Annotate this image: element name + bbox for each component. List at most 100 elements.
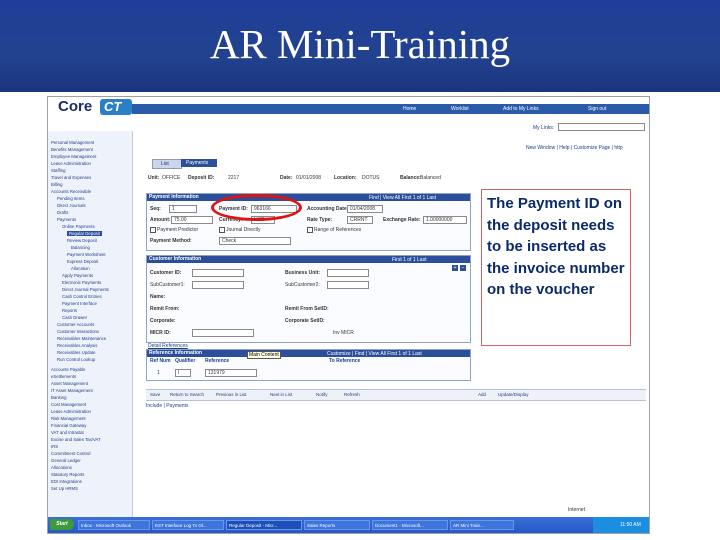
- tab-payments[interactable]: Payments: [181, 159, 217, 167]
- menu-item-active[interactable]: Regular Deposit: [67, 231, 102, 236]
- payment-predictor-checkbox[interactable]: [150, 227, 156, 233]
- start-button[interactable]: Start: [50, 519, 74, 530]
- deposit-id-label: Deposit ID:: [188, 175, 215, 181]
- status-internet: Internet: [568, 507, 585, 513]
- menu-item[interactable]: IT Asset Management: [51, 388, 93, 393]
- taskbar-item[interactable]: AR Mini Train...: [450, 520, 514, 530]
- menu-item[interactable]: Receivables Update: [57, 350, 95, 355]
- menu-item[interactable]: Cash Drawer: [62, 315, 87, 320]
- menu-item[interactable]: Employee Management: [51, 154, 96, 159]
- nav-sign-out[interactable]: Sign out: [588, 106, 606, 112]
- menu-item[interactable]: EDI Integrations: [51, 479, 82, 484]
- menu-item[interactable]: Risk Management: [51, 416, 86, 421]
- micr-id-field[interactable]: [192, 329, 254, 337]
- menu-item[interactable]: Direct Journal Payments: [62, 287, 109, 292]
- menu-item[interactable]: Receivables Maintenance: [57, 336, 106, 341]
- menu-item[interactable]: Customer Accounts: [57, 322, 94, 327]
- menu-item[interactable]: Payment Interface: [62, 301, 97, 306]
- menu-item[interactable]: Travel and Expenses: [51, 175, 91, 180]
- update-display-button[interactable]: Update/Display: [498, 391, 529, 398]
- menu-item[interactable]: Reports: [62, 308, 77, 313]
- save-button[interactable]: Save: [150, 391, 160, 398]
- return-to-search-button[interactable]: Return to Search: [170, 391, 204, 398]
- menu-item[interactable]: IRS: [51, 444, 58, 449]
- payment-method-select[interactable]: Check: [219, 237, 291, 245]
- next-in-list-button[interactable]: Next in List: [270, 391, 292, 398]
- add-button[interactable]: Add: [478, 391, 486, 398]
- seq-field[interactable]: 1: [169, 205, 197, 213]
- reference-info-nav[interactable]: Customize | Find | View All First 1 of 1…: [327, 351, 422, 357]
- menu-item[interactable]: Payment Worksheet: [67, 252, 106, 257]
- customer-info-nav[interactable]: First 1 of 1 Last: [392, 257, 426, 263]
- subcustomer1-field[interactable]: [192, 281, 244, 289]
- menu-item[interactable]: Review Deposit: [67, 238, 97, 243]
- menu-item[interactable]: Electronic Payments: [62, 280, 101, 285]
- range-of-references-checkbox[interactable]: [307, 227, 313, 233]
- notify-button[interactable]: Notify: [316, 391, 328, 398]
- taskbar-item[interactable]: Document1 - Microsoft...: [372, 520, 448, 530]
- menu-item[interactable]: Customer Interactions: [57, 329, 99, 334]
- micr-id-label: MICR ID:: [150, 330, 171, 336]
- menu-item[interactable]: Cash Control Entries: [62, 294, 102, 299]
- nav-home[interactable]: Home: [403, 106, 416, 112]
- include-payments-link[interactable]: Include | Payments: [146, 403, 188, 409]
- page-top-links[interactable]: New Window | Help | Customize Page | htt…: [526, 145, 623, 151]
- nav-worklist[interactable]: Worklist: [451, 106, 469, 112]
- taskbar-item-active[interactable]: Regular Deposit - Micr...: [226, 520, 302, 530]
- ref-row-qualifier[interactable]: I: [175, 369, 191, 377]
- menu-item[interactable]: Excise and Sales Tax/VAT: [51, 437, 101, 442]
- menu-item[interactable]: Commitment Control: [51, 451, 90, 456]
- menu-item[interactable]: Banking: [51, 395, 67, 400]
- exchange-rate-field[interactable]: 1.00000000: [423, 216, 467, 224]
- range-of-references-label: Range of References: [314, 227, 362, 233]
- menu-item[interactable]: Lease Administration: [51, 409, 91, 414]
- menu-item[interactable]: Asset Management: [51, 381, 88, 386]
- previous-in-list-button[interactable]: Previous in List: [216, 391, 247, 398]
- menu-item[interactable]: Staffing: [51, 168, 66, 173]
- menu-item[interactable]: Financial Gateway: [51, 423, 86, 428]
- menu-item[interactable]: Balancing: [71, 245, 90, 250]
- menu-item[interactable]: Benefits Management: [51, 147, 93, 152]
- nav-add-links[interactable]: Add to My Links: [503, 106, 539, 112]
- tab-list[interactable]: List: [152, 159, 182, 169]
- journal-directly-checkbox[interactable]: [219, 227, 225, 233]
- menu-item[interactable]: General Ledger: [51, 458, 81, 463]
- menu-item[interactable]: Statutory Reports: [51, 472, 84, 477]
- menu-item[interactable]: Online Payments: [62, 224, 95, 229]
- rate-type-field[interactable]: CRRNT: [347, 216, 373, 224]
- menu-item[interactable]: Personal Management: [51, 140, 94, 145]
- subcustomer2-field[interactable]: [327, 281, 369, 289]
- menu-item[interactable]: Direct Journals: [57, 203, 86, 208]
- amount-field[interactable]: 75.00: [171, 216, 213, 224]
- taskbar-item[interactable]: Inbox - Microsoft Outlook: [78, 520, 150, 530]
- menu-item[interactable]: Billing: [51, 182, 62, 187]
- menu-item[interactable]: Pending Items: [57, 196, 84, 201]
- payment-info-nav[interactable]: Find | View All First 1 of 1 Last: [369, 195, 436, 201]
- refresh-button[interactable]: Refresh: [344, 391, 360, 398]
- menu-item[interactable]: Accounts Payable: [51, 367, 85, 372]
- menu-item[interactable]: Apply Payments: [62, 273, 93, 278]
- menu-item[interactable]: Set Up HRMS: [51, 486, 78, 491]
- ref-row-reference[interactable]: 131979: [205, 369, 257, 377]
- menu-item[interactable]: Cost Management: [51, 402, 86, 407]
- menu-item[interactable]: Accounts Receivable: [51, 189, 91, 194]
- menu-item[interactable]: Drafts: [57, 210, 68, 215]
- exchange-rate-label: Exchange Rate:: [383, 217, 421, 223]
- menu-item[interactable]: Leave Administration: [51, 161, 91, 166]
- menu-item[interactable]: Payments: [57, 217, 76, 222]
- customer-id-field[interactable]: [192, 269, 244, 277]
- menu-item[interactable]: Run Control Lookup: [57, 357, 95, 362]
- menu-item[interactable]: Express Deposit: [67, 259, 98, 264]
- business-unit-field[interactable]: [327, 269, 369, 277]
- add-row-icon[interactable]: +: [452, 265, 458, 271]
- menu-item[interactable]: Receivables Analysis: [57, 343, 97, 348]
- accounting-date-field[interactable]: 01/04/2008: [347, 205, 383, 213]
- my-links-select[interactable]: [558, 123, 645, 131]
- delete-row-icon[interactable]: −: [460, 265, 466, 271]
- menu-item[interactable]: Allocations: [51, 465, 72, 470]
- taskbar-item[interactable]: EST Interface Log To Ol...: [152, 520, 224, 530]
- menu-item[interactable]: Allocation: [71, 266, 90, 271]
- taskbar-item[interactable]: Sales Reports: [304, 520, 370, 530]
- menu-item[interactable]: eSettlements: [51, 374, 76, 379]
- menu-item[interactable]: VAT and Intrastat: [51, 430, 84, 435]
